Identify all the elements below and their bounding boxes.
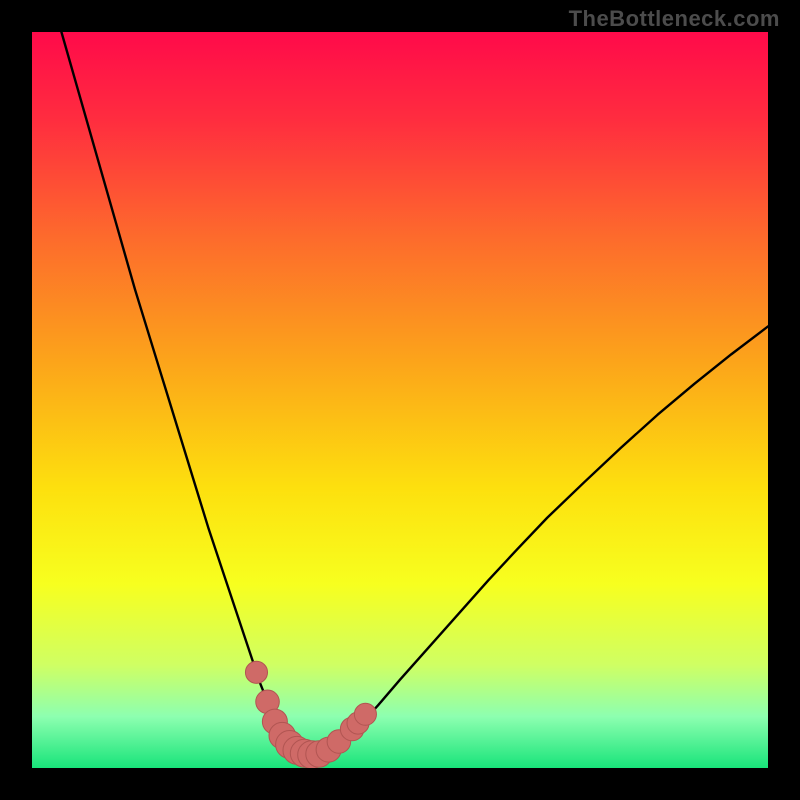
watermark-text: TheBottleneck.com (569, 6, 780, 32)
chart-svg (32, 32, 768, 768)
curve-marker (245, 661, 267, 683)
gradient-background (32, 32, 768, 768)
chart-frame: TheBottleneck.com (0, 0, 800, 800)
curve-marker (354, 703, 376, 725)
plot-area (32, 32, 768, 768)
